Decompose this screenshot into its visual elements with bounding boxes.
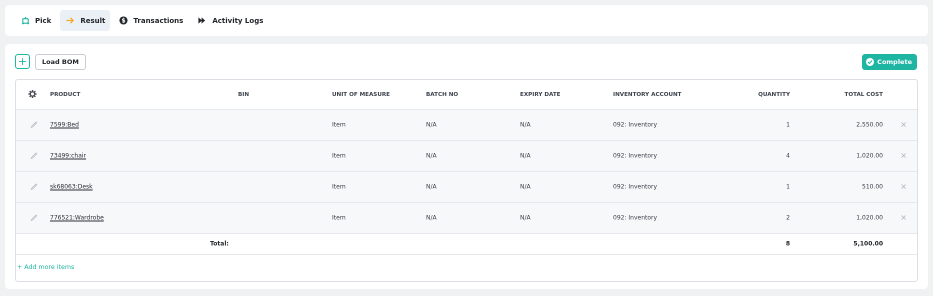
quantity-cell: 4: [786, 152, 790, 160]
tabs-bar: Pick Result $ Transactions Activity Logs: [5, 5, 928, 36]
result-panel: + Load BOM Complete PRODUCT BIN UNIT OF …: [5, 44, 928, 289]
uom-cell: Item: [332, 214, 346, 222]
add-more-items-link[interactable]: + Add more items: [17, 264, 74, 271]
account-cell: 092: Inventory: [613, 152, 658, 160]
expiry-cell: N/A: [520, 183, 531, 191]
remove-row-icon[interactable]: ✕: [900, 121, 907, 130]
edit-pencil-icon[interactable]: [30, 120, 38, 130]
header-batch-no: BATCH NO: [426, 91, 459, 98]
account-cell: 092: Inventory: [613, 214, 658, 222]
load-bom-button[interactable]: Load BOM: [35, 54, 86, 70]
tab-result[interactable]: Result: [60, 10, 111, 31]
header-unit-of-measure: UNIT OF MEASURE: [332, 91, 391, 98]
total-cost-cell: 510.00: [862, 183, 883, 191]
product-link[interactable]: 776521:Wardrobe: [50, 215, 104, 222]
table-row: 776521:Wardrobe Item N/A N/A 092: Invent…: [16, 203, 917, 234]
table-row: 73499:chair Item N/A N/A 092: Inventory …: [16, 141, 917, 172]
currency-circle-icon: $: [119, 16, 128, 25]
tab-transactions[interactable]: $ Transactions: [114, 10, 188, 31]
tab-pick-label: Pick: [35, 16, 52, 25]
uom-cell: Item: [332, 183, 346, 191]
quantity-cell: 1: [786, 121, 790, 129]
total-label: Total:: [210, 240, 229, 248]
tab-activity-logs-label: Activity Logs: [212, 16, 264, 25]
plus-icon: +: [17, 55, 28, 68]
product-link[interactable]: 7599:Bed: [50, 122, 79, 129]
table-row: sk68063:Desk Item N/A N/A 092: Inventory…: [16, 172, 917, 203]
chevron-double-right-icon: [198, 17, 206, 24]
total-quantity: 8: [785, 240, 790, 248]
complete-button-label: Complete: [877, 58, 912, 66]
remove-row-icon[interactable]: ✕: [900, 152, 907, 161]
settings-gear-icon[interactable]: [28, 89, 37, 100]
total-cost: 5,100.00: [853, 240, 883, 248]
product-link[interactable]: sk68063:Desk: [50, 184, 93, 191]
product-table: PRODUCT BIN UNIT OF MEASURE BATCH NO EXP…: [15, 79, 918, 282]
total-cost-cell: 1,020.00: [856, 214, 883, 222]
remove-row-icon[interactable]: ✕: [900, 214, 907, 223]
uom-cell: Item: [332, 121, 346, 129]
tab-result-label: Result: [80, 16, 106, 25]
expiry-cell: N/A: [520, 214, 531, 222]
header-bin: BIN: [238, 91, 250, 98]
tab-pick[interactable]: Pick: [16, 10, 56, 31]
uom-cell: Item: [332, 152, 346, 160]
arrow-right-icon: [66, 17, 75, 24]
header-inventory-account: INVENTORY ACCOUNT: [613, 91, 682, 98]
total-cost-cell: 2,550.00: [856, 121, 883, 129]
quantity-cell: 1: [786, 183, 790, 191]
account-cell: 092: Inventory: [613, 121, 658, 129]
expiry-cell: N/A: [520, 121, 531, 129]
complete-button[interactable]: Complete: [862, 54, 917, 70]
total-cost-cell: 1,020.00: [856, 152, 883, 160]
total-row: Total: 8 5,100.00: [16, 234, 917, 255]
batch-cell: N/A: [426, 183, 437, 191]
add-button[interactable]: +: [15, 54, 30, 69]
edit-pencil-icon[interactable]: [30, 182, 38, 192]
quantity-cell: 2: [786, 214, 790, 222]
header-expiry-date: EXPIRY DATE: [520, 91, 561, 98]
robot-icon: [21, 16, 30, 25]
header-total-cost: TOTAL COST: [844, 91, 884, 98]
svg-text:$: $: [122, 19, 126, 25]
edit-pencil-icon[interactable]: [30, 151, 38, 161]
remove-row-icon[interactable]: ✕: [900, 183, 907, 192]
header-quantity: QUANTITY: [758, 91, 790, 98]
check-circle-icon: [866, 58, 875, 66]
edit-pencil-icon[interactable]: [30, 213, 38, 223]
header-product: PRODUCT: [50, 91, 81, 98]
batch-cell: N/A: [426, 121, 437, 129]
account-cell: 092: Inventory: [613, 183, 658, 191]
product-link[interactable]: 73499:chair: [50, 153, 86, 160]
table-header: PRODUCT BIN UNIT OF MEASURE BATCH NO EXP…: [16, 80, 917, 110]
tab-activity-logs[interactable]: Activity Logs: [192, 10, 268, 31]
table-row: 7599:Bed Item N/A N/A 092: Inventory 1 2…: [16, 110, 917, 141]
tab-transactions-label: Transactions: [133, 16, 184, 25]
expiry-cell: N/A: [520, 152, 531, 160]
batch-cell: N/A: [426, 214, 437, 222]
batch-cell: N/A: [426, 152, 437, 160]
